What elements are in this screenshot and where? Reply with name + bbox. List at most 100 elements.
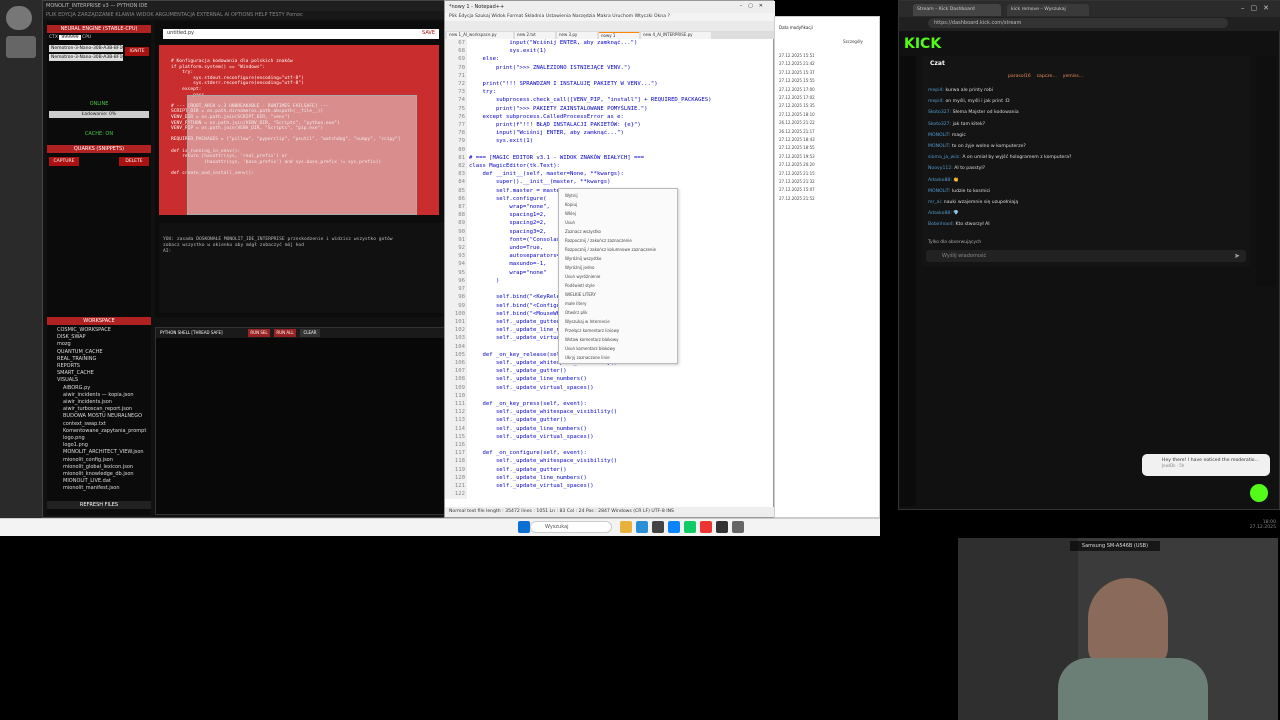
explorer-row-date[interactable]: 27.12.2025 19:53 xyxy=(779,154,877,162)
ignite-button[interactable]: IGNITE xyxy=(125,47,149,56)
notepad-tab-2[interactable]: new 2.txt xyxy=(515,32,555,39)
address-bar[interactable]: https://dashboard.kick.com/stream xyxy=(928,18,1228,28)
context-menu-item[interactable]: Wytnij xyxy=(565,193,578,198)
context-menu-item[interactable]: Wstaw komentarz blokowy xyxy=(565,337,619,342)
notepad-taskbar-icon[interactable] xyxy=(684,521,696,533)
workspace-tree-item[interactable]: MONOLIT_ARCHITECT_VIEW.json xyxy=(63,449,144,455)
ctx-input[interactable]: 999999 xyxy=(59,35,81,40)
store-taskbar-icon[interactable] xyxy=(652,521,664,533)
context-menu-item[interactable]: Podświetl style xyxy=(565,283,595,288)
explorer-row-date[interactable]: 27.12.2025 17:02 xyxy=(779,95,877,103)
context-menu-item[interactable]: małe litery xyxy=(565,301,586,306)
workspace-tree-item[interactable]: COSMIC_WORKSPACE xyxy=(57,327,111,333)
ide-menu-bar[interactable]: PLIK EDYCJA ZARZĄDZANIE KLAWIA WIDOK ARG… xyxy=(43,11,447,19)
notepad-menu-bar[interactable]: Plik Edycja Szukaj Widok Format Składnia… xyxy=(445,13,775,21)
context-menu-item[interactable]: Zaznacz wszystko xyxy=(565,229,601,234)
chat-username[interactable]: Adasko88: xyxy=(928,178,952,183)
explorer-row-date[interactable]: 27.12.2025 20:20 xyxy=(779,162,877,170)
notepad-tab-active[interactable]: nowy 1 xyxy=(599,32,639,39)
chat-username[interactable]: Bobinhood: xyxy=(928,222,954,227)
desktop-app-icon[interactable] xyxy=(6,6,32,30)
workspace-tree-item[interactable]: logo.png xyxy=(63,435,85,441)
explorer-column-header[interactable]: Data modyfikacji xyxy=(779,25,877,33)
send-icon[interactable]: ➤ xyxy=(1234,252,1240,260)
run-selection-button[interactable]: RUN SEL xyxy=(248,329,270,337)
workspace-tree-item[interactable]: aiwir_incidents.json xyxy=(63,399,112,405)
workspace-tree-item[interactable]: context_swap.txt xyxy=(63,421,106,427)
explorer-row-date[interactable]: 27.12.2025 15:37 xyxy=(779,70,877,78)
chat-username[interactable]: Skoto327: xyxy=(928,110,951,115)
workspace-tree-item[interactable]: MIONOLIT_LIVE.dat xyxy=(63,478,111,484)
explorer-row-date[interactable]: 27.12.2025 21:15 xyxy=(779,171,877,179)
editor-tab[interactable]: untitled.py SAVE xyxy=(163,29,439,39)
browser-tab-active[interactable]: Stream – Kick Dashboard xyxy=(913,4,1001,16)
run-all-button[interactable]: RUN ALL xyxy=(274,329,296,337)
context-menu-item[interactable]: Usuń wyróżnienie xyxy=(565,274,600,279)
context-menu-item[interactable]: Ukryj zaznaczone linie xyxy=(565,355,610,360)
context-menu-item[interactable]: Rozpocznij / zakończ kolumnowe zaznaczen… xyxy=(565,247,656,252)
model-select-alt[interactable]: Nemotron-3-Nano-30B-A3B-BF16-000 xyxy=(49,54,123,61)
context-menu-item[interactable]: Kopiuj xyxy=(565,202,577,207)
desktop-folder-icon[interactable] xyxy=(6,36,36,58)
taskbar-search[interactable]: Wyszukaj xyxy=(530,521,612,533)
other-taskbar-icon[interactable] xyxy=(732,521,744,533)
explorer-row-date[interactable]: 27.12.2025 17:00 xyxy=(779,87,877,95)
context-menu-item[interactable]: Przełącz komentarz liniowy xyxy=(565,328,619,333)
explorer-row-date[interactable]: 27.12.2025 21:32 xyxy=(779,179,877,187)
chat-username[interactable]: mr_ai: xyxy=(928,200,942,205)
start-icon[interactable] xyxy=(518,521,530,533)
workspace-tree-item[interactable]: AIBORG.py xyxy=(63,385,90,391)
context-menu-item[interactable]: Wyszukaj w Internecie xyxy=(565,319,610,324)
notepad-tab-5[interactable]: new 4_AI_INTERPRISE.py xyxy=(641,32,711,39)
workspace-tree-item[interactable]: SMART_CACHE xyxy=(57,370,94,376)
chat-username[interactable]: Noovy112: xyxy=(928,166,953,171)
explorer-row-date[interactable]: 27.12.2025 21:52 xyxy=(779,196,877,204)
context-menu-item[interactable]: WIELKIE LITERY xyxy=(565,292,596,297)
workspace-tree-item[interactable]: mionolit_config.json xyxy=(63,457,113,463)
explorer-row-date[interactable]: 27.12.2025 15:07 xyxy=(779,187,877,195)
system-tray[interactable]: 18:00 27.12.2025 xyxy=(1170,520,1280,534)
workspace-tree-item[interactable]: mionolit_global_lexicon.json xyxy=(63,464,133,470)
chat-username[interactable]: Skoto327: xyxy=(928,122,951,127)
workspace-tree-item[interactable]: Komentowane_zapytania_prompt xyxy=(63,428,146,434)
chat-username[interactable]: MONOLIT: xyxy=(928,144,950,149)
delete-button[interactable]: DELETE xyxy=(119,157,149,166)
explorer-row-date[interactable]: 26.12.2025 21:22 xyxy=(779,120,877,128)
model-select[interactable]: Nemotron-3-Nano-30B-A3B-BF16-0000 xyxy=(49,45,123,52)
chat-username[interactable]: MONOLIT: xyxy=(928,133,950,138)
workspace-tree-item[interactable]: mozg xyxy=(57,341,71,347)
workspace-tree-item[interactable]: VISUALS xyxy=(57,377,78,383)
explorer-row-date[interactable]: 27.12.2025 18:43 xyxy=(779,137,877,145)
workspace-tree-item[interactable]: DISK_SWAP xyxy=(57,334,86,340)
workspace-tree-item[interactable]: aiwir_incidents — kopia.json xyxy=(63,392,134,398)
workspace-tree-item[interactable]: QUANTUM_CACHE xyxy=(57,349,103,355)
notepad-tab-1[interactable]: new 1_AI_workspace.py xyxy=(447,32,513,39)
workspace-tree-item[interactable]: logo1.png xyxy=(63,442,88,448)
edge-taskbar-icon[interactable] xyxy=(636,521,648,533)
python-shell[interactable]: PYTHON SHELL [THREAD SAFE] RUN SEL RUN A… xyxy=(155,327,446,515)
explorer-row-date[interactable]: 27.12.2025 18:55 xyxy=(779,145,877,153)
workspace-tree-item[interactable]: mionolit_manifest.json xyxy=(63,485,120,491)
chat-username[interactable]: mepi4: xyxy=(928,99,944,104)
workspace-tree-item[interactable]: REAL_TRAINING xyxy=(57,356,96,362)
context-menu-item[interactable]: Wyróżnij jedno xyxy=(565,265,594,270)
clear-button[interactable]: CLEAR xyxy=(300,329,320,337)
workspace-tree-item[interactable]: REPORTS xyxy=(57,363,80,369)
window-controls-icon[interactable]: –▢✕ xyxy=(740,3,769,9)
context-menu-item[interactable]: Usuń komentarz blokowy xyxy=(565,346,615,351)
workspace-tree-item[interactable]: aiwir_turboscan_report.json xyxy=(63,406,132,412)
workspace-tree-item[interactable]: BUDOWA MOSTU NEURALNEGO xyxy=(63,413,142,419)
chat-username[interactable]: mepi4: xyxy=(928,88,944,93)
kick-chat-bubble-icon[interactable] xyxy=(1250,484,1268,502)
chat-username[interactable]: Adasko88: xyxy=(928,211,952,216)
explorer-row-date[interactable]: 27.12.2025 15:51 xyxy=(779,53,877,61)
chat-username[interactable]: MONOLIT: xyxy=(928,189,950,194)
context-menu-item[interactable]: Wklej xyxy=(565,211,576,216)
editor-save-button[interactable]: SAVE xyxy=(422,30,435,36)
notepad-toolbar[interactable] xyxy=(445,21,775,31)
file-explorer-taskbar-icon[interactable] xyxy=(620,521,632,533)
explorer-row-date[interactable]: 26.12.2025 21:17 xyxy=(779,129,877,137)
browser-tab-2[interactable]: kick remove – Wyszukaj xyxy=(1007,4,1089,16)
explorer-details-button[interactable]: Szczegóły xyxy=(843,39,877,47)
pinned-user-2[interactable]: sapcze... xyxy=(1037,74,1057,79)
